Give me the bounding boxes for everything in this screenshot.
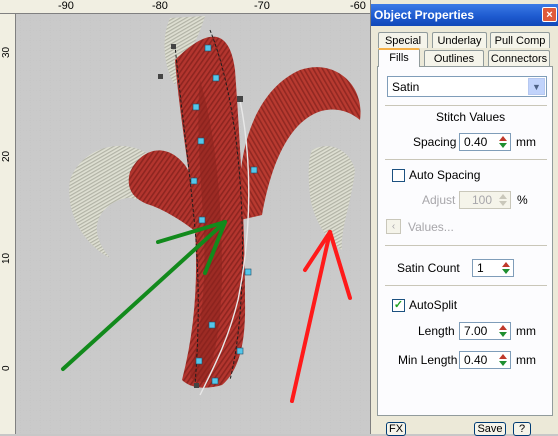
autosplit-checkbox[interactable]: ✓ bbox=[392, 299, 405, 312]
ruler-label: 30 bbox=[1, 46, 12, 58]
satin-count-value: 1 bbox=[477, 261, 484, 275]
tab-underlay[interactable]: Underlay bbox=[432, 32, 487, 48]
ruler-label: 0 bbox=[1, 365, 12, 371]
spacing-label: Spacing bbox=[413, 135, 457, 149]
adjust-unit: % bbox=[517, 193, 528, 207]
fill-type-value: Satin bbox=[392, 80, 420, 94]
stepper-arrows-icon[interactable] bbox=[500, 261, 512, 275]
spacing-unit: mm bbox=[516, 135, 536, 149]
auto-spacing-checkbox[interactable] bbox=[392, 169, 405, 182]
tab-special[interactable]: Special bbox=[378, 32, 428, 48]
vertical-ruler: 30 20 10 0 bbox=[0, 14, 16, 434]
min-length-unit: mm bbox=[516, 353, 536, 367]
min-length-value: 0.40 bbox=[464, 353, 488, 367]
ruler-label: -80 bbox=[152, 0, 168, 12]
ruler-label: -70 bbox=[254, 0, 270, 12]
length-stepper[interactable]: 7.00 bbox=[459, 322, 511, 340]
spacing-stepper[interactable]: 0.40 bbox=[459, 133, 511, 151]
panel-title: Object Properties bbox=[374, 8, 475, 22]
min-length-label: Min Length bbox=[398, 353, 458, 367]
ruler-label: -60 bbox=[350, 0, 366, 12]
ruler-label: 20 bbox=[1, 150, 12, 162]
close-button[interactable]: × bbox=[542, 7, 557, 22]
stepper-arrows-icon[interactable] bbox=[497, 193, 509, 207]
fill-type-dropdown[interactable]: Satin ▼ bbox=[387, 76, 547, 97]
satin-count-label: Satin Count bbox=[397, 261, 460, 275]
tab-pull-comp[interactable]: Pull Comp bbox=[490, 32, 550, 48]
stepper-arrows-icon[interactable] bbox=[497, 135, 509, 149]
panel-titlebar[interactable]: Object Properties × bbox=[371, 4, 558, 26]
tab-fills[interactable]: Fills bbox=[378, 48, 420, 67]
tab-outlines[interactable]: Outlines bbox=[424, 50, 484, 66]
tab-connectors[interactable]: Connectors bbox=[488, 50, 550, 66]
chevron-down-icon[interactable]: ▼ bbox=[528, 78, 545, 95]
divider bbox=[385, 105, 547, 106]
divider bbox=[385, 285, 547, 286]
ruler-label: -90 bbox=[58, 0, 74, 12]
values-button[interactable]: Values... bbox=[408, 220, 454, 234]
divider bbox=[385, 159, 547, 160]
stepper-arrows-icon[interactable] bbox=[497, 324, 509, 338]
adjust-stepper[interactable]: 100 bbox=[459, 191, 511, 209]
ruler-label: 10 bbox=[1, 252, 12, 264]
length-unit: mm bbox=[516, 324, 536, 338]
spacing-value: 0.40 bbox=[464, 135, 488, 149]
min-length-stepper[interactable]: 0.40 bbox=[459, 351, 511, 369]
check-icon: ✓ bbox=[393, 299, 404, 311]
auto-spacing-label: Auto Spacing bbox=[409, 168, 481, 182]
adjust-value: 100 bbox=[472, 193, 493, 207]
length-value: 7.00 bbox=[464, 324, 488, 338]
embroidery-design[interactable] bbox=[16, 14, 370, 434]
divider bbox=[385, 245, 547, 246]
length-label: Length bbox=[418, 324, 455, 338]
satin-count-stepper[interactable]: 1 bbox=[472, 259, 514, 277]
design-canvas[interactable]: -90 -80 -70 -60 30 20 10 0 bbox=[0, 0, 370, 434]
stitch-values-heading: Stitch Values bbox=[436, 110, 506, 124]
adjust-label: Adjust bbox=[422, 193, 456, 207]
horizontal-ruler: -90 -80 -70 -60 bbox=[0, 0, 370, 14]
chevron-left-icon[interactable]: ‹ bbox=[386, 219, 401, 234]
stepper-arrows-icon[interactable] bbox=[497, 353, 509, 367]
autosplit-label: AutoSplit bbox=[409, 298, 458, 312]
